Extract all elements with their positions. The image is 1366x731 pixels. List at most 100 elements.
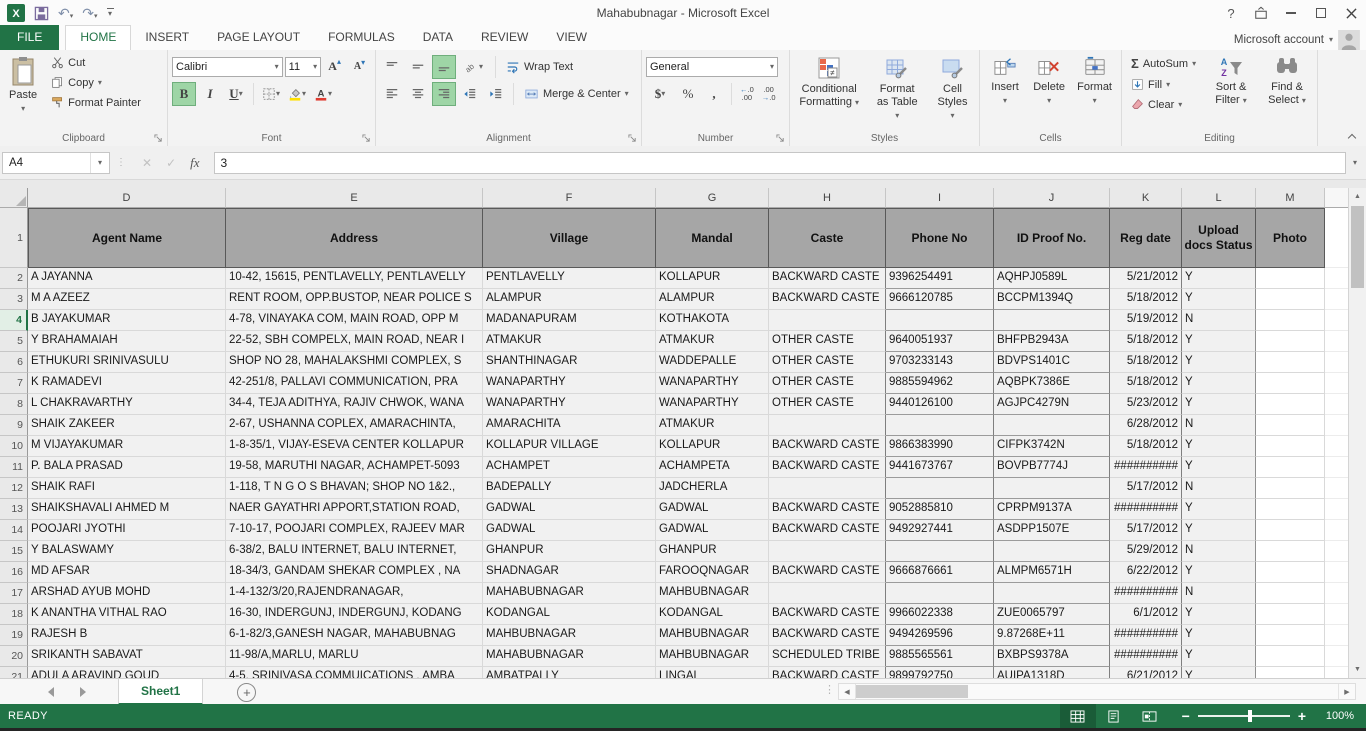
decrease-indent-button[interactable]	[458, 82, 482, 106]
clipboard-dialog-launcher-icon[interactable]	[154, 134, 163, 143]
cell-K19[interactable]: ##########	[1110, 625, 1182, 646]
column-header-H[interactable]: H	[769, 188, 886, 208]
header-cell-M1[interactable]: Photo	[1256, 208, 1325, 268]
insert-cells-button[interactable]: Insert▾	[984, 53, 1026, 130]
row-header-13[interactable]: 13	[0, 499, 28, 520]
cell-J18[interactable]: ZUE0065797	[994, 604, 1110, 625]
cell-H5[interactable]: OTHER CASTE	[769, 331, 886, 352]
cell-M12[interactable]	[1256, 478, 1325, 499]
alignment-dialog-launcher-icon[interactable]	[628, 134, 637, 143]
cell-H20[interactable]: SCHEDULED TRIBE	[769, 646, 886, 667]
cell-L15[interactable]: N	[1182, 541, 1256, 562]
font-color-button[interactable]: A ▾	[311, 82, 335, 106]
row-header-17[interactable]: 17	[0, 583, 28, 604]
row-header-18[interactable]: 18	[0, 604, 28, 625]
cell-G19[interactable]: MAHBUBNAGAR	[656, 625, 769, 646]
tab-data[interactable]: DATA	[409, 25, 467, 50]
scroll-right-icon[interactable]: ▶	[1338, 684, 1355, 699]
cell-D9[interactable]: SHAIK ZAKEER	[28, 415, 226, 436]
undo-icon[interactable]: ↶▾	[58, 6, 73, 20]
row-header-16[interactable]: 16	[0, 562, 28, 583]
wrap-text-button[interactable]: Wrap Text	[501, 57, 578, 77]
cell-L3[interactable]: Y	[1182, 289, 1256, 310]
header-cell-H1[interactable]: Caste	[769, 208, 886, 268]
cell-F2[interactable]: PENTLAVELLY	[483, 268, 656, 289]
cell-M2[interactable]	[1256, 268, 1325, 289]
cell-E18[interactable]: 16-30, INDERGUNJ, INDERGUNJ, KODANG	[226, 604, 483, 625]
cell-J10[interactable]: CIFPK3742N	[994, 436, 1110, 457]
row-header-2[interactable]: 2	[0, 268, 28, 289]
zoom-slider[interactable]	[1198, 715, 1290, 717]
cell-F16[interactable]: SHADNAGAR	[483, 562, 656, 583]
cell-E5[interactable]: 22-52, SBH COMPELX, MAIN ROAD, NEAR I	[226, 331, 483, 352]
cell-M8[interactable]	[1256, 394, 1325, 415]
cell-J17[interactable]	[994, 583, 1110, 604]
delete-cells-button[interactable]: Delete▾	[1028, 53, 1070, 130]
cell-F19[interactable]: MAHBUBNAGAR	[483, 625, 656, 646]
row-header-15[interactable]: 15	[0, 541, 28, 562]
cell-D12[interactable]: SHAIK RAFI	[28, 478, 226, 499]
row-header-9[interactable]: 9	[0, 415, 28, 436]
align-right-button[interactable]	[432, 82, 456, 106]
cell-L21[interactable]: Y	[1182, 667, 1256, 678]
cell-G8[interactable]: WANAPARTHY	[656, 394, 769, 415]
cell-D20[interactable]: SRIKANTH SABAVAT	[28, 646, 226, 667]
account-area[interactable]: Microsoft account ▾	[1234, 30, 1366, 50]
new-sheet-button[interactable]: +	[237, 683, 256, 702]
conditional-formatting-button[interactable]: ≠ Conditional Formatting ▾	[794, 53, 864, 130]
cell-D7[interactable]: K RAMADEVI	[28, 373, 226, 394]
cell-E21[interactable]: 4-5, SRINIVASA COMMUICATIONS , AMBA	[226, 667, 483, 678]
cell-G12[interactable]: JADCHERLA	[656, 478, 769, 499]
comma-style-button[interactable]: ,	[702, 82, 726, 106]
cell-I4[interactable]	[886, 310, 994, 331]
cell-K4[interactable]: 5/19/2012	[1110, 310, 1182, 331]
zoom-out-button[interactable]: −	[1182, 709, 1190, 723]
cell-F17[interactable]: MAHABUBNAGAR	[483, 583, 656, 604]
row-header-3[interactable]: 3	[0, 289, 28, 310]
insert-function-button[interactable]: fx	[190, 155, 199, 171]
cell-J3[interactable]: BCCPM1394Q	[994, 289, 1110, 310]
bold-button[interactable]: B	[172, 82, 196, 106]
cancel-entry-icon[interactable]: ✕	[142, 156, 152, 170]
cell-M4[interactable]	[1256, 310, 1325, 331]
scroll-up-icon[interactable]: ▲	[1349, 188, 1366, 205]
tab-page-layout[interactable]: PAGE LAYOUT	[203, 25, 314, 50]
cell-M9[interactable]	[1256, 415, 1325, 436]
cell-E8[interactable]: 34-4, TEJA ADITHYA, RAJIV CHWOK, WANA	[226, 394, 483, 415]
cell-K13[interactable]: ##########	[1110, 499, 1182, 520]
expand-formula-bar-icon[interactable]: ▾	[1353, 159, 1357, 167]
cell-J15[interactable]	[994, 541, 1110, 562]
row-header-14[interactable]: 14	[0, 520, 28, 541]
underline-button[interactable]: U▾	[224, 82, 248, 106]
cell-M18[interactable]	[1256, 604, 1325, 625]
fill-color-button[interactable]: ▾	[285, 82, 309, 106]
cell-I21[interactable]: 9899792750	[886, 667, 994, 678]
cell-D19[interactable]: RAJESH B	[28, 625, 226, 646]
header-cell-L1[interactable]: Upload docs Status	[1182, 208, 1256, 268]
cell-J12[interactable]	[994, 478, 1110, 499]
cell-J20[interactable]: BXBPS9378A	[994, 646, 1110, 667]
format-as-table-button[interactable]: Format as Table ▾	[868, 53, 926, 130]
cell-I16[interactable]: 9666876661	[886, 562, 994, 583]
previous-sheet-icon[interactable]	[48, 687, 54, 697]
horizontal-scroll-thumb[interactable]	[856, 685, 968, 698]
row-header-12[interactable]: 12	[0, 478, 28, 499]
cell-H2[interactable]: BACKWARD CASTE	[769, 268, 886, 289]
cell-J4[interactable]	[994, 310, 1110, 331]
cell-E17[interactable]: 1-4-132/3/20,RAJENDRANAGAR,	[226, 583, 483, 604]
cell-J11[interactable]: BOVPB7774J	[994, 457, 1110, 478]
cell-L9[interactable]: N	[1182, 415, 1256, 436]
confirm-entry-icon[interactable]: ✓	[166, 156, 176, 170]
cell-E9[interactable]: 2-67, USHANNA COPLEX, AMARACHINTA,	[226, 415, 483, 436]
cell-D4[interactable]: B JAYAKUMAR	[28, 310, 226, 331]
cell-E19[interactable]: 6-1-82/3,GANESH NAGAR, MAHABUBNAG	[226, 625, 483, 646]
cell-J8[interactable]: AGJPC4279N	[994, 394, 1110, 415]
row-header-10[interactable]: 10	[0, 436, 28, 457]
cell-H21[interactable]: BACKWARD CASTE	[769, 667, 886, 678]
cell-K14[interactable]: 5/17/2012	[1110, 520, 1182, 541]
cell-H7[interactable]: OTHER CASTE	[769, 373, 886, 394]
align-left-button[interactable]	[380, 82, 404, 106]
cell-H14[interactable]: BACKWARD CASTE	[769, 520, 886, 541]
next-sheet-icon[interactable]	[80, 687, 86, 697]
cell-L5[interactable]: Y	[1182, 331, 1256, 352]
